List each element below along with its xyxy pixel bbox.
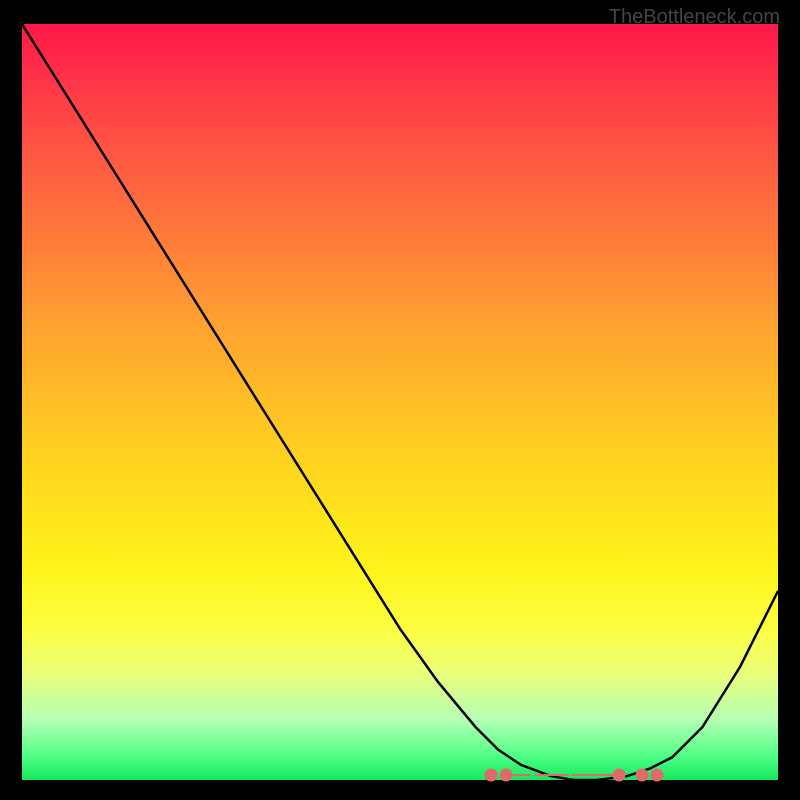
marker-dash xyxy=(511,774,531,776)
optimal-marker-layer xyxy=(22,24,778,780)
marker-dot xyxy=(651,768,664,781)
chart-area xyxy=(22,24,778,780)
marker-dot xyxy=(635,768,648,781)
watermark-text: TheBottleneck.com xyxy=(609,6,780,29)
marker-dash xyxy=(549,774,569,776)
marker-dot xyxy=(484,768,497,781)
marker-dash xyxy=(602,774,622,776)
